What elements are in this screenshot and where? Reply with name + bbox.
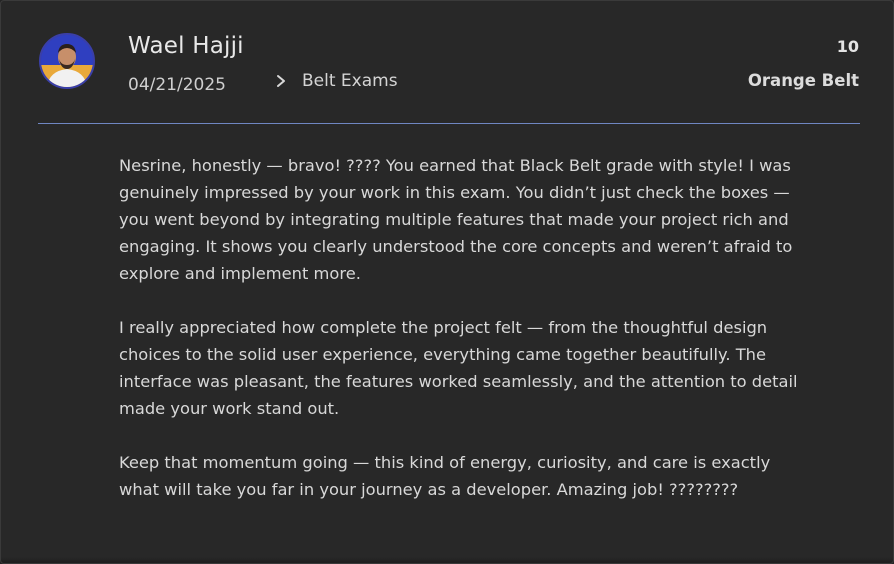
- bottom-fade: [1, 557, 893, 563]
- review-paragraph-1: Nesrine, honestly — bravo! ???? You earn…: [119, 156, 793, 283]
- author-name: Wael Hajji: [128, 33, 244, 59]
- chevron-right-icon: [277, 75, 285, 87]
- avatar-photo: [41, 35, 93, 87]
- belt-level: Orange Belt: [747, 71, 859, 90]
- header-divider: [38, 123, 860, 124]
- review-category-link[interactable]: Belt Exams: [302, 71, 398, 91]
- score-value: 10: [836, 37, 859, 56]
- avatar[interactable]: [39, 33, 95, 89]
- review-body: Nesrine, honestly — bravo! ???? You earn…: [119, 152, 799, 530]
- review-card: Wael Hajji 04/21/2025 Belt Exams 10 Oran…: [0, 0, 894, 564]
- review-date: 04/21/2025: [128, 75, 226, 95]
- review-paragraph-3: Keep that momentum going — this kind of …: [119, 453, 771, 499]
- review-paragraph-2: I really appreciated how complete the pr…: [119, 318, 798, 418]
